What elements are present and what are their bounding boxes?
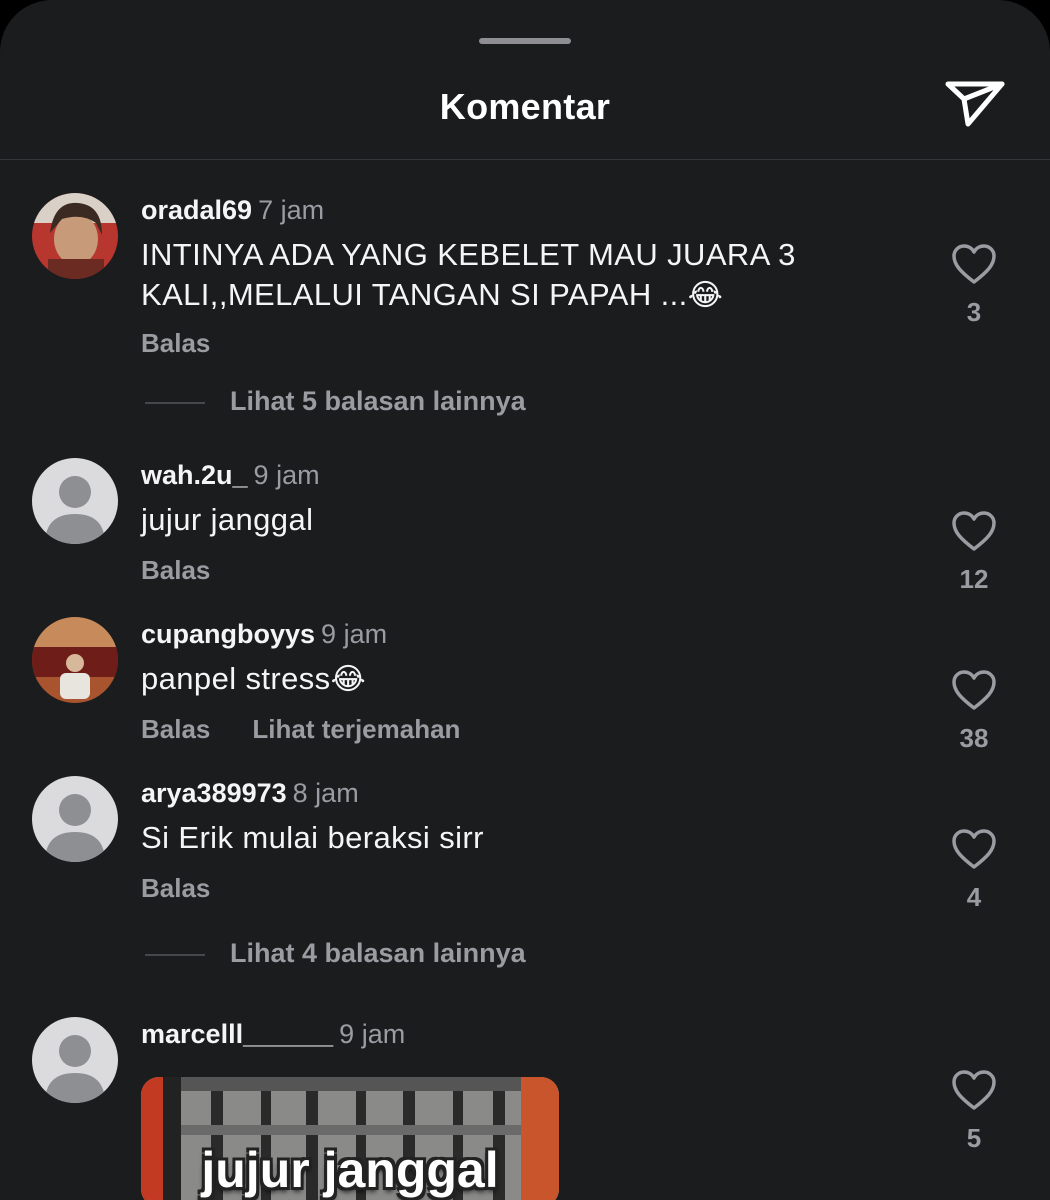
paper-plane-icon — [945, 81, 1005, 127]
translate-button[interactable]: Lihat terjemahan — [252, 714, 460, 744]
reply-button[interactable]: Balas — [141, 328, 210, 358]
divider-line — [145, 953, 205, 956]
like-count: 3 — [966, 297, 982, 327]
page-title: Komentar — [439, 86, 611, 127]
username[interactable]: cupangboyys — [141, 619, 315, 649]
view-more-replies[interactable]: Lihat 5 balasan lainnya — [145, 386, 526, 417]
view-more-replies-label: Lihat 4 balasan lainnya — [230, 938, 526, 968]
default-avatar-icon — [32, 458, 118, 544]
share-button[interactable] — [940, 70, 1010, 134]
gif-caption: jujur janggal — [201, 1142, 499, 1198]
drag-handle[interactable] — [479, 38, 571, 44]
comment-actions: Balas — [141, 555, 252, 586]
avatar[interactable] — [32, 776, 118, 862]
comment-meta: wah.2u_ 9 jam — [141, 460, 320, 491]
comments-sheet: Komentar oradal69 7 jam INTINYA ADA YANG … — [0, 0, 1050, 1200]
comment-actions: Balas Lihat terjemahan — [141, 714, 502, 745]
comment-meta: marcelll______ 9 jam — [141, 1019, 405, 1050]
like-count: 38 — [959, 723, 989, 753]
default-avatar-icon — [32, 776, 118, 862]
comment-text: Si Erik mulai beraksi sirr — [141, 820, 484, 855]
like-button[interactable]: 5 — [944, 1069, 1004, 1154]
like-button[interactable]: 3 — [944, 243, 1004, 328]
timestamp: 8 jam — [292, 778, 359, 808]
username[interactable]: oradal69 — [141, 195, 252, 225]
view-more-replies-label: Lihat 5 balasan lainnya — [230, 386, 526, 416]
comment-text: INTINYA ADA YANG KEBELET MAU JUARA 3 KAL… — [141, 235, 911, 316]
heart-icon — [952, 829, 996, 869]
comment-actions: Balas — [141, 328, 252, 359]
username[interactable]: wah.2u_ — [141, 460, 248, 490]
like-count: 5 — [966, 1123, 982, 1153]
joy-emoji: 😂 — [687, 278, 724, 313]
like-count: 12 — [959, 564, 989, 594]
like-button[interactable]: 4 — [944, 828, 1004, 913]
heart-icon — [952, 1070, 996, 1110]
timestamp: 9 jam — [339, 1019, 406, 1049]
heart-icon — [952, 244, 996, 284]
avatar[interactable] — [32, 458, 118, 544]
comment-meta: arya389973 8 jam — [141, 778, 359, 809]
timestamp: 9 jam — [321, 619, 388, 649]
like-count: 4 — [966, 882, 982, 912]
username[interactable]: arya389973 — [141, 778, 287, 808]
comment-meta: cupangboyys 9 jam — [141, 619, 387, 650]
reply-button[interactable]: Balas — [141, 714, 210, 744]
default-avatar-icon — [32, 1017, 118, 1103]
like-button[interactable]: 12 — [944, 510, 1004, 595]
avatar[interactable] — [32, 1017, 118, 1103]
comment-meta: oradal69 7 jam — [141, 195, 324, 226]
gif-attachment[interactable]: jujur janggal — [141, 1077, 559, 1200]
reply-button[interactable]: Balas — [141, 873, 210, 903]
view-more-replies[interactable]: Lihat 4 balasan lainnya — [145, 938, 526, 969]
avatar[interactable] — [32, 617, 118, 703]
comment-body: panpel stress — [141, 661, 331, 696]
heart-icon — [952, 670, 996, 710]
heart-icon — [952, 511, 996, 551]
joy-emoji: 😂 — [330, 662, 367, 697]
comments-header: Komentar — [0, 60, 1050, 160]
username[interactable]: marcelll______ — [141, 1019, 333, 1049]
comment-text: panpel stress😂 — [141, 659, 366, 700]
like-button[interactable]: 38 — [944, 669, 1004, 754]
avatar[interactable] — [32, 193, 118, 279]
comment-actions: Balas — [141, 873, 252, 904]
timestamp: 9 jam — [253, 460, 320, 490]
divider-line — [145, 401, 205, 404]
reply-button[interactable]: Balas — [141, 555, 210, 585]
timestamp: 7 jam — [258, 195, 325, 225]
comment-text: jujur janggal — [141, 502, 314, 537]
